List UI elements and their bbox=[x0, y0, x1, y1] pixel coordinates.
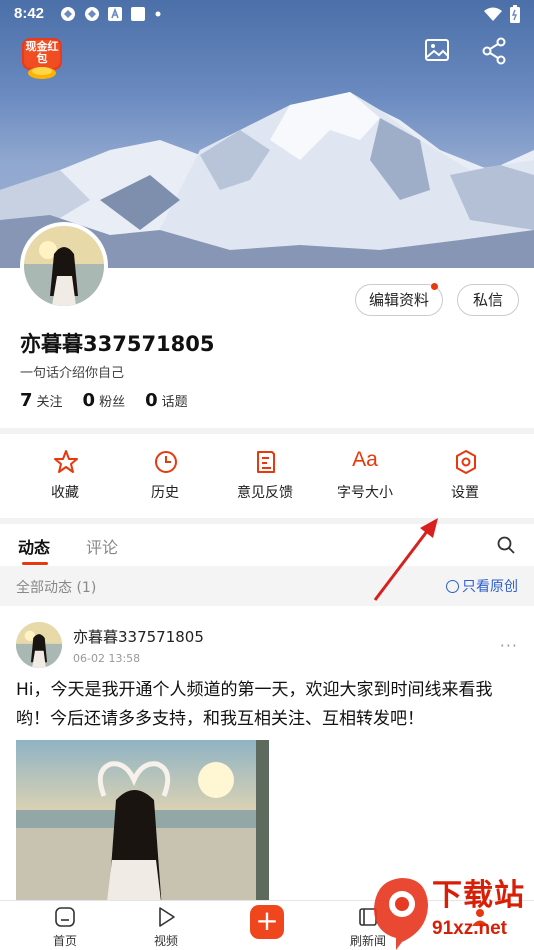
bio-text[interactable]: 一句话介绍你自己 bbox=[20, 362, 124, 381]
tab-dynamics[interactable]: 动态 bbox=[18, 534, 51, 565]
post-author[interactable]: 亦暮暮337571805 bbox=[73, 626, 204, 647]
original-only-label: 只看原创 bbox=[462, 579, 518, 595]
tool-label: 收藏 bbox=[51, 485, 79, 501]
active-tab-indicator bbox=[22, 562, 48, 565]
content-tabs: 动态 评论 bbox=[0, 524, 534, 566]
notification-dot bbox=[431, 283, 438, 290]
tool-settings[interactable]: 设置 bbox=[415, 434, 515, 518]
sync-icon bbox=[85, 7, 99, 21]
tool-label: 意见反馈 bbox=[237, 485, 293, 501]
publish-plus-button[interactable]: + bbox=[250, 905, 284, 939]
nav-home[interactable]: 首页 bbox=[15, 901, 115, 950]
watermark-logo: 下载站 91xz.net bbox=[366, 868, 534, 950]
stat-label: 粉丝 bbox=[99, 395, 126, 410]
username: 亦暮暮337571805 bbox=[20, 332, 215, 356]
stat-number: 0 bbox=[145, 390, 158, 411]
post-time: 06-02 13:58 bbox=[73, 652, 141, 665]
font-size-icon: Aa bbox=[352, 448, 378, 471]
watermark-url: 91xz.net bbox=[432, 918, 507, 939]
watermark-emblem-icon bbox=[374, 878, 428, 950]
home-icon bbox=[55, 907, 75, 927]
font-a-icon bbox=[108, 7, 122, 21]
status-time: 8:42 bbox=[14, 5, 45, 22]
radio-circle-icon bbox=[446, 579, 459, 593]
settings-icon bbox=[456, 450, 476, 474]
filter-bar: 全部动态 (1) 只看原创 bbox=[0, 566, 534, 606]
clock-icon bbox=[155, 451, 177, 473]
tools-row: 收藏 历史 意见反馈 Aa 字号大小 设置 bbox=[0, 434, 534, 518]
watermark-title: 下载站 bbox=[432, 878, 525, 913]
status-bar: 8:42 bbox=[0, 0, 534, 28]
dot-icon bbox=[155, 11, 161, 17]
post-photo bbox=[16, 740, 269, 910]
tool-font-size[interactable]: Aa 字号大小 bbox=[315, 434, 415, 518]
stat-label: 关注 bbox=[36, 395, 63, 410]
stat-topics[interactable]: 0 话题 bbox=[145, 390, 188, 411]
stat-following[interactable]: 7 关注 bbox=[20, 390, 63, 411]
image-icon[interactable] bbox=[424, 37, 452, 65]
tool-label: 设置 bbox=[451, 485, 479, 501]
nav-video[interactable]: 视频 bbox=[116, 901, 216, 950]
post-card: 亦暮暮337571805 06-02 13:58 ··· Hi，今天是我开通个人… bbox=[0, 606, 534, 910]
more-options-icon[interactable]: ··· bbox=[500, 636, 518, 655]
stats-row: 7 关注 0 粉丝 0 话题 bbox=[20, 390, 188, 411]
message-button[interactable]: 私信 bbox=[457, 284, 519, 316]
tab-comments[interactable]: 评论 bbox=[86, 534, 118, 558]
tool-favorites[interactable]: 收藏 bbox=[15, 434, 115, 518]
tool-label: 历史 bbox=[151, 485, 179, 501]
share-icon[interactable] bbox=[481, 37, 509, 65]
tab-label: 评论 bbox=[86, 538, 119, 557]
stat-number: 0 bbox=[82, 390, 96, 411]
search-icon[interactable] bbox=[496, 535, 516, 555]
tool-history[interactable]: 历史 bbox=[115, 434, 215, 518]
avatar-image bbox=[24, 226, 104, 306]
original-only-toggle[interactable]: 只看原创 bbox=[446, 576, 518, 596]
edit-profile-button[interactable]: 编辑资料 bbox=[355, 283, 443, 316]
post-avatar[interactable] bbox=[16, 622, 62, 668]
edit-profile-label: 编辑资料 bbox=[368, 291, 429, 309]
battery-icon bbox=[510, 5, 520, 23]
all-posts-count: 全部动态 (1) bbox=[16, 580, 97, 596]
nav-label: 视频 bbox=[153, 934, 178, 948]
stat-number: 7 bbox=[20, 390, 33, 411]
nav-label: 首页 bbox=[52, 934, 77, 948]
avatar[interactable] bbox=[20, 222, 108, 310]
stat-label: 话题 bbox=[161, 395, 188, 410]
post-text[interactable]: Hi，今天是我开通个人频道的第一天，欢迎大家到时间线来看我哟！今后还请多多支持，… bbox=[16, 676, 521, 734]
stat-followers[interactable]: 0 粉丝 bbox=[83, 390, 126, 411]
red-packet-label: 现金红包 bbox=[25, 40, 59, 65]
wifi-icon bbox=[484, 7, 502, 21]
red-packet-button[interactable]: 现金红包 bbox=[20, 38, 64, 80]
feedback-icon bbox=[257, 451, 275, 473]
post-image[interactable] bbox=[16, 740, 269, 910]
star-icon bbox=[54, 450, 78, 473]
video-icon bbox=[159, 907, 175, 927]
square-icon bbox=[131, 7, 145, 21]
post-avatar-image bbox=[16, 622, 62, 668]
tool-feedback[interactable]: 意见反馈 bbox=[215, 434, 315, 518]
tool-label: 字号大小 bbox=[337, 485, 393, 501]
sync-icon bbox=[61, 7, 75, 21]
tab-label: 动态 bbox=[18, 538, 51, 557]
message-label: 私信 bbox=[472, 291, 503, 309]
